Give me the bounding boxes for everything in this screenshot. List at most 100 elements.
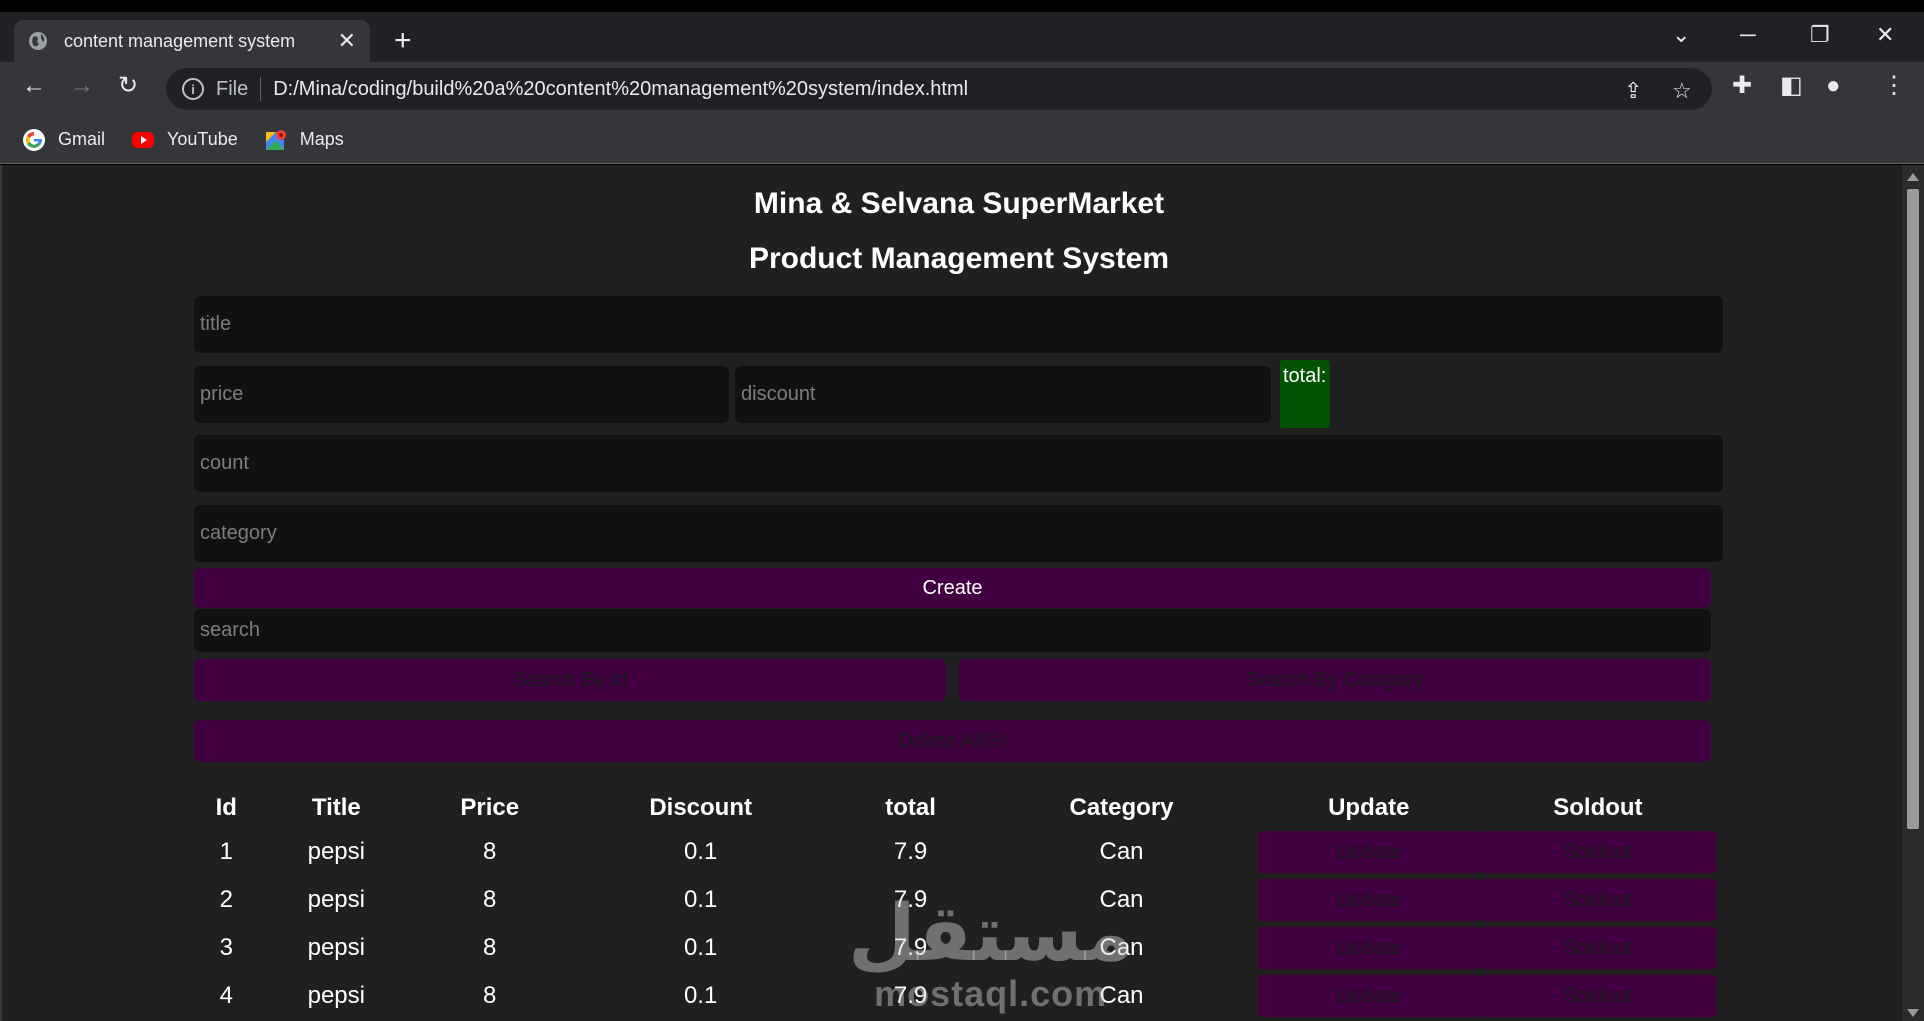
bookmark-star-icon[interactable]: ☆ — [1672, 78, 1692, 104]
scroll-up-icon[interactable] — [1907, 173, 1919, 181]
products-table: Id Title Price Discount total Category U… — [194, 788, 1716, 1020]
bookmarks-bar: Gmail YouTube Maps — [0, 116, 1924, 164]
close-window-icon[interactable]: ✕ — [1876, 22, 1894, 48]
cell-discount: 0.1 — [683, 982, 718, 1009]
forward-icon[interactable]: → — [70, 74, 94, 98]
scheme-label: File — [216, 77, 249, 100]
new-tab-icon[interactable]: + — [394, 26, 412, 56]
soldout-button[interactable]: Soldout — [1479, 975, 1716, 1017]
maps-icon — [265, 129, 286, 150]
bookmark-label: Maps — [299, 129, 344, 149]
bookmark-label: Gmail — [58, 129, 106, 149]
scroll-down-icon[interactable] — [1907, 1009, 1919, 1017]
info-icon[interactable]: i — [182, 78, 204, 100]
restore-icon[interactable]: ❐ — [1810, 22, 1830, 48]
cell-total: 7.9 — [893, 838, 928, 865]
store-title: Mina & Selvana SuperMarket — [753, 187, 1165, 220]
soldout-button[interactable]: Soldout — [1479, 879, 1716, 921]
reload-icon[interactable]: ↻ — [118, 74, 138, 98]
cell-price: 8 — [483, 934, 497, 961]
search-input[interactable] — [194, 609, 1711, 652]
header-total: total — [885, 794, 936, 821]
youtube-icon — [132, 131, 155, 148]
table-row: 4 pepsi 8 0.1 7.9 Can Update Soldout — [194, 972, 1716, 1020]
header-discount: Discount — [649, 794, 752, 821]
cell-category: Can — [1099, 934, 1144, 961]
cell-id: 2 — [219, 886, 233, 913]
crud-app: Mina & Selvana SuperMarket Product Manag… — [194, 165, 1724, 1017]
scroll-thumb[interactable] — [1907, 189, 1919, 829]
update-button[interactable]: Update — [1257, 975, 1480, 1017]
cell-soldout: Soldout — [1479, 876, 1716, 924]
delete-all-button[interactable]: Delete All(5) — [194, 720, 1711, 762]
cell-update: Update — [1257, 876, 1480, 924]
cell-id: 1 — [219, 838, 233, 865]
close-tab-icon[interactable]: ✕ — [338, 30, 356, 52]
search-by-id-button[interactable]: Search By Id — [194, 659, 946, 701]
cell-discount: 0.1 — [683, 838, 718, 865]
cell-title: pepsi — [307, 982, 365, 1009]
header-soldout: Soldout — [1553, 794, 1643, 821]
cell-update: Update — [1257, 972, 1480, 1020]
share-icon[interactable]: ⇪ — [1624, 78, 1642, 104]
soldout-button[interactable]: Soldout — [1479, 927, 1716, 969]
total-badge: total: — [1280, 360, 1330, 428]
count-input[interactable] — [194, 435, 1723, 492]
search-by-category-button[interactable]: Search By Catogary — [959, 659, 1711, 701]
address-bar[interactable]: i File D:/Mina/coding/build%20a%20conten… — [166, 68, 1712, 110]
minimize-icon[interactable]: ─ — [1740, 22, 1756, 48]
menu-kebab-icon[interactable]: ⋮ — [1882, 74, 1906, 98]
header-title: Title — [311, 794, 361, 821]
browser-tab[interactable]: content management system ✕ — [14, 20, 370, 62]
cell-title: pepsi — [307, 838, 365, 865]
soldout-button[interactable]: Soldout — [1479, 831, 1716, 873]
window-top-edge — [0, 0, 1924, 12]
cell-update: Update — [1257, 924, 1480, 972]
globe-icon — [29, 32, 47, 50]
back-icon[interactable]: ← — [22, 74, 46, 98]
cell-price: 8 — [483, 982, 497, 1009]
page-scrollbar[interactable] — [1902, 165, 1924, 1021]
address-divider — [260, 77, 262, 101]
profile-icon[interactable]: ● — [1826, 74, 1841, 98]
create-button[interactable]: Create — [194, 568, 1711, 608]
url-text[interactable]: D:/Mina/coding/build%20a%20content%20man… — [273, 78, 968, 101]
table-row: 1 pepsi 8 0.1 7.9 Can Update Soldout — [194, 828, 1716, 876]
cell-soldout: Soldout — [1479, 828, 1716, 876]
cell-update: Update — [1257, 828, 1480, 876]
update-button[interactable]: Update — [1257, 831, 1480, 873]
price-input[interactable] — [194, 366, 729, 423]
table-header-row: Id Title Price Discount total Category U… — [194, 788, 1716, 828]
bookmark-youtube[interactable]: YouTube — [131, 128, 238, 152]
cell-soldout: Soldout — [1479, 924, 1716, 972]
page-title: Product Management System — [748, 242, 1170, 275]
bookmark-maps[interactable]: Maps — [264, 128, 344, 152]
cell-title: pepsi — [307, 886, 365, 913]
update-button[interactable]: Update — [1257, 879, 1480, 921]
cell-soldout: Soldout — [1479, 972, 1716, 1020]
bookmark-gmail[interactable]: Gmail — [22, 128, 105, 152]
tab-search-chevron-icon[interactable]: ⌄ — [1672, 22, 1690, 48]
cell-category: Can — [1099, 838, 1144, 865]
cell-category: Can — [1099, 886, 1144, 913]
extensions-icon[interactable]: ✚ — [1732, 74, 1752, 98]
cell-total: 7.9 — [893, 982, 928, 1009]
title-input[interactable] — [194, 296, 1723, 353]
cell-total: 7.9 — [893, 934, 928, 961]
browser-toolbar: ← → ↻ i File D:/Mina/coding/build%20a%20… — [0, 62, 1924, 116]
category-input[interactable] — [194, 505, 1723, 562]
cell-total: 7.9 — [893, 886, 928, 913]
google-icon — [23, 128, 45, 151]
discount-input[interactable] — [735, 366, 1271, 423]
cell-discount: 0.1 — [683, 934, 718, 961]
cell-category: Can — [1099, 982, 1144, 1009]
cell-discount: 0.1 — [683, 886, 718, 913]
cell-id: 3 — [219, 934, 233, 961]
header-category: Category — [1069, 794, 1174, 821]
side-panel-icon[interactable]: ◧ — [1780, 74, 1803, 98]
cell-id: 4 — [219, 982, 233, 1009]
header-price: Price — [460, 794, 520, 821]
tab-bar: content management system ✕ + ⌄ ─ ❐ ✕ — [0, 12, 1924, 62]
bookmark-label: YouTube — [167, 129, 238, 149]
update-button[interactable]: Update — [1257, 927, 1480, 969]
